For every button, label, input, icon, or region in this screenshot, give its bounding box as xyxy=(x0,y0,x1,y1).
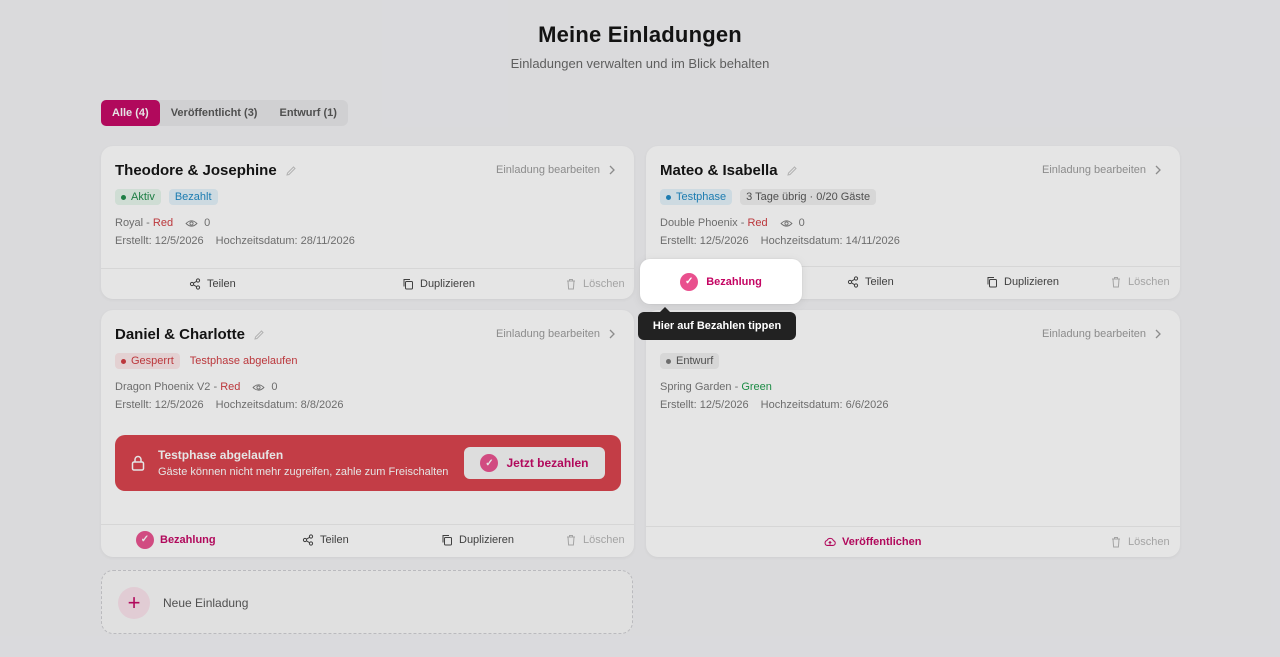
status-badge: Entwurf xyxy=(660,353,720,369)
delete-button[interactable]: Löschen xyxy=(1110,276,1170,288)
invitation-name: Mateo & Isabella xyxy=(660,162,778,179)
page-subtitle: Einladungen verwalten und im Blick behal… xyxy=(510,56,770,71)
duplicate-button[interactable]: Duplizieren xyxy=(986,276,1059,288)
duplicate-button[interactable]: Duplizieren xyxy=(441,534,514,546)
template-info: Double Phoenix - Red 0 xyxy=(660,217,805,229)
eye-icon xyxy=(252,383,265,391)
invitation-card: Einladung bearbeiten Entwurf Spring Gard… xyxy=(646,310,1180,557)
share-icon xyxy=(302,533,314,546)
copy-icon xyxy=(987,276,997,287)
share-button[interactable]: Teilen xyxy=(189,278,236,290)
view-count: 0 xyxy=(798,217,805,229)
tab-draft[interactable]: Entwurf (1) xyxy=(268,100,347,126)
share-icon xyxy=(189,277,201,290)
status-badge: Aktiv xyxy=(115,189,161,205)
payment-button[interactable]: ✓ Bezahlung xyxy=(136,530,216,549)
filter-tabs: Alle (4) Veröffentlicht (3) Entwurf (1) xyxy=(101,100,348,126)
template-info: Spring Garden - Green xyxy=(660,381,772,393)
delete-button[interactable]: Löschen xyxy=(565,534,625,546)
trash-icon xyxy=(567,534,575,545)
trash-icon xyxy=(567,278,575,289)
new-invitation-label: Neue Einladung xyxy=(163,596,249,610)
invitation-card: Theodore & Josephine Einladung bearbeite… xyxy=(101,146,634,299)
eye-icon xyxy=(185,219,198,227)
copy-icon xyxy=(442,534,452,545)
alert-text: Gäste können nicht mehr zugreifen, zahle… xyxy=(158,466,449,478)
copy-icon xyxy=(403,278,413,289)
chevron-right-icon xyxy=(609,165,615,175)
dates-info: Erstellt: 12/5/2026 Hochzeitsdatum: 8/8/… xyxy=(115,399,344,411)
tour-tooltip: Hier auf Bezahlen tippen xyxy=(638,307,796,340)
invitation-card: Daniel & Charlotte Einladung bearbeiten … xyxy=(101,310,634,557)
card-actions: Veröffentlichen Löschen xyxy=(646,526,1180,556)
tab-all[interactable]: Alle (4) xyxy=(101,100,160,126)
pay-now-button[interactable]: ✓ Jetzt bezahlen xyxy=(464,447,605,479)
status-badge: Testphase xyxy=(660,189,733,205)
payment-icon: ✓ xyxy=(136,530,154,549)
publish-button[interactable]: Veröffentlichen xyxy=(824,536,921,548)
template-info: Dragon Phoenix V2 - Red 0 xyxy=(115,381,278,393)
trial-info-badge: 3 Tage übrig · 0/20 Gäste xyxy=(740,189,877,205)
card-actions: Teilen Duplizieren Löschen xyxy=(101,268,634,298)
chevron-right-icon xyxy=(1155,165,1161,175)
edit-invitation-link[interactable]: Einladung bearbeiten xyxy=(1042,164,1164,176)
payment-icon: ✓ xyxy=(680,272,699,291)
payment-icon: ✓ xyxy=(480,454,499,472)
cloud-upload-icon xyxy=(824,537,836,546)
edit-invitation-link[interactable]: Einladung bearbeiten xyxy=(496,164,618,176)
edit-invitation-link[interactable]: Einladung bearbeiten xyxy=(1042,328,1164,340)
template-info: Royal - Red 0 xyxy=(115,217,211,229)
trial-expired-alert: Testphase abgelaufen Gäste können nicht … xyxy=(115,435,621,491)
dates-info: Erstellt: 12/5/2026 Hochzeitsdatum: 28/1… xyxy=(115,235,355,247)
new-invitation-button[interactable]: + Neue Einladung xyxy=(101,570,633,634)
page-header: Meine Einladungen Einladungen verwalten … xyxy=(0,22,1280,71)
delete-button[interactable]: Löschen xyxy=(1110,536,1170,548)
page-title: Meine Einladungen xyxy=(538,22,742,47)
edit-invitation-link[interactable]: Einladung bearbeiten xyxy=(496,328,618,340)
trash-icon xyxy=(1112,536,1120,547)
share-icon xyxy=(847,275,859,288)
view-count: 0 xyxy=(204,217,211,229)
eye-icon xyxy=(780,219,793,227)
pencil-icon[interactable] xyxy=(253,329,265,341)
pencil-icon[interactable] xyxy=(285,165,297,177)
duplicate-button[interactable]: Duplizieren xyxy=(402,278,475,290)
status-badge: Gesperrt xyxy=(115,353,180,369)
alert-title: Testphase abgelaufen xyxy=(158,448,284,462)
highlighted-payment-button[interactable]: ✓ Bezahlung xyxy=(640,259,802,304)
plus-icon: + xyxy=(118,587,150,619)
lock-icon xyxy=(131,455,145,471)
invitation-name: Theodore & Josephine xyxy=(115,162,277,179)
tab-published[interactable]: Veröffentlicht (3) xyxy=(160,100,269,126)
chevron-right-icon xyxy=(1155,329,1161,339)
share-button[interactable]: Teilen xyxy=(847,276,894,288)
trial-expired-badge: Testphase abgelaufen xyxy=(189,355,298,367)
share-button[interactable]: Teilen xyxy=(302,534,349,546)
payment-badge: Bezahlt xyxy=(168,189,218,205)
dates-info: Erstellt: 12/5/2026 Hochzeitsdatum: 14/1… xyxy=(660,235,900,247)
dates-info: Erstellt: 12/5/2026 Hochzeitsdatum: 6/6/… xyxy=(660,399,889,411)
delete-button[interactable]: Löschen xyxy=(565,278,625,290)
chevron-right-icon xyxy=(609,329,615,339)
trash-icon xyxy=(1112,276,1120,287)
view-count: 0 xyxy=(271,381,278,393)
pencil-icon[interactable] xyxy=(786,165,798,177)
invitation-name: Daniel & Charlotte xyxy=(115,326,246,343)
card-actions: ✓ Bezahlung Teilen Duplizieren Löschen xyxy=(101,524,634,554)
